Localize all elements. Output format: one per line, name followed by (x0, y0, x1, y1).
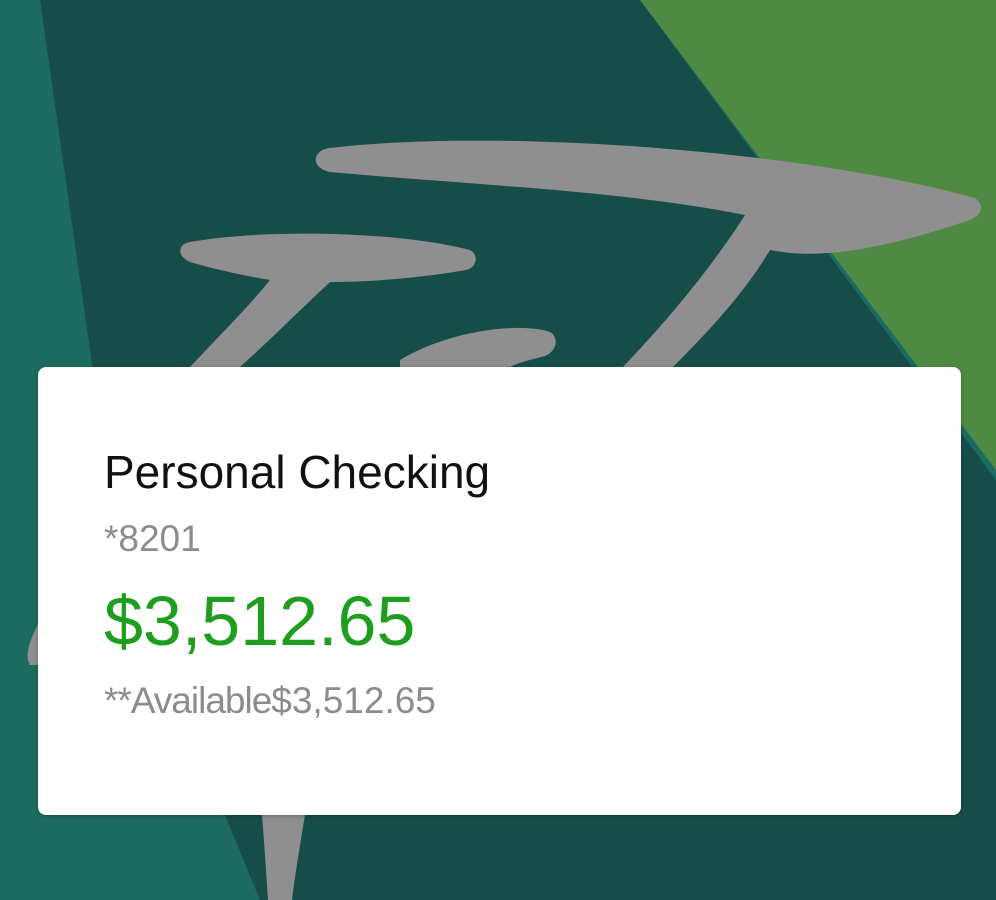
account-name: Personal Checking (104, 446, 491, 498)
available-amount: $3,512.65 (271, 680, 436, 721)
widget-screen: Personal Checking *8201 $3,512.65 **Avai… (0, 0, 996, 900)
account-balance: $3,512.65 (104, 582, 416, 660)
available-label: **Available (104, 680, 272, 721)
account-number: *8201 (104, 518, 201, 559)
available-balance-row: **Available$3,512.65 (104, 679, 436, 723)
account-card[interactable]: Personal Checking *8201 $3,512.65 **Avai… (38, 367, 961, 815)
